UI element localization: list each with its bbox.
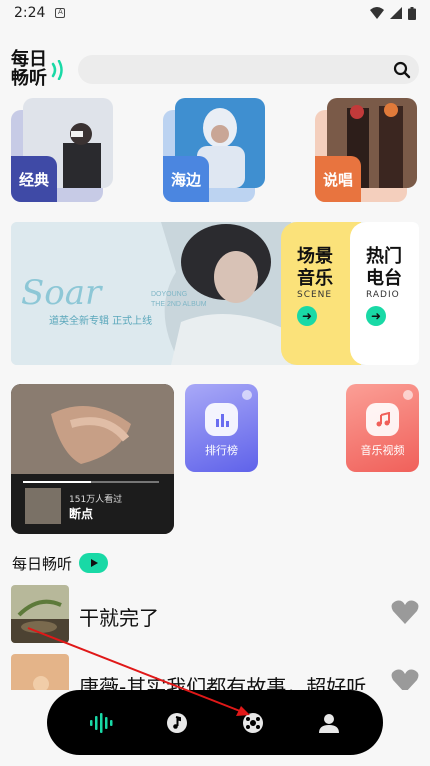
charts-shortcut[interactable]: 排行榜 [185,384,258,472]
heart-icon[interactable] [391,668,419,690]
bottom-nav [47,690,383,755]
hot-radio-tile[interactable]: 热门 电台 RADIO ➜ [350,222,419,365]
shortcut-label: 音乐视频 [360,444,405,457]
search-bar[interactable] [78,55,419,84]
logo-wave-icon [51,60,63,80]
app-logo[interactable]: 每日 畅听 [11,50,67,90]
arrow-right-icon[interactable]: ➜ [366,306,386,326]
song-cover [11,585,69,643]
decorative-dot [242,390,252,400]
promo-banner[interactable]: Soar DOYOUNG THE 2ND ALBUM 道英全新专辑 正式上线 场… [11,222,419,365]
play-count: 151万人看过 [69,495,123,505]
notification-icon: A [55,8,66,18]
banner-subtitle-en1: DOYOUNG [151,291,187,298]
battery-icon [408,6,416,20]
shortcut-label: 排行榜 [205,444,238,457]
nav-home[interactable] [81,703,121,743]
banner-script-title: Soar [21,273,103,313]
logo-line1: 每日 [11,49,47,70]
waveform-icon [90,712,113,733]
category-classic[interactable]: 经典 [11,98,114,202]
decorative-dot [403,390,413,400]
song-row[interactable]: 唐薇-其实我们都有故事，超好听 [11,654,419,690]
category-seaside[interactable]: 海边 [163,98,266,202]
play-icon [90,559,98,567]
status-time: 2:24 [14,5,46,21]
wifi-icon [370,7,384,19]
nav-discover[interactable] [233,703,273,743]
tile-tag: RADIO [366,290,400,300]
music-note-icon [366,403,399,436]
category-label: 说唱 [315,156,361,202]
song-title: 干就完了 [79,606,159,630]
disc-icon [243,712,263,733]
banner-caption: 道英全新专辑 正式上线 [49,314,152,327]
play-all-button[interactable] [79,553,108,573]
nav-music[interactable] [157,703,197,743]
status-bar: 2:24 A [0,0,430,26]
music-video-shortcut[interactable]: 音乐视频 [346,384,419,472]
category-label: 海边 [163,156,209,202]
arrow-right-icon[interactable]: ➜ [297,306,317,326]
album-banner-art: Soar DOYOUNG THE 2ND ALBUM 道英全新专辑 正式上线 [11,222,291,365]
bar-chart-icon [205,403,238,436]
section-title: 每日畅听 [12,555,73,573]
app-screen: 2:24 A 每日 畅听 经典 海边 说唱 Soar DOYOUNG THE 2… [0,0,430,766]
featured-title: 断点 [69,507,94,521]
progress-bar [23,481,159,483]
scene-music-tile[interactable]: 场景 音乐 SCENE ➜ [281,222,361,365]
tile-title: 热门 电台 [366,246,402,289]
search-icon[interactable] [393,61,411,79]
signal-icon [390,7,402,19]
profile-icon [319,713,339,733]
tile-tag: SCENE [297,290,333,300]
logo-line2: 畅听 [11,68,47,89]
song-title: 唐薇-其实我们都有故事，超好听 [79,675,367,690]
featured-thumbnail [25,488,61,524]
category-label: 经典 [11,156,57,202]
heart-icon[interactable] [391,599,419,625]
nav-profile[interactable] [309,703,349,743]
featured-video-card[interactable]: 151万人看过 断点 [11,384,174,534]
song-row[interactable]: 干就完了 [11,585,419,643]
tile-title: 场景 音乐 [297,246,333,289]
song-cover [11,654,69,690]
category-rap[interactable]: 说唱 [315,98,418,202]
music-note-icon [167,712,187,733]
banner-subtitle-en2: THE 2ND ALBUM [151,301,207,308]
